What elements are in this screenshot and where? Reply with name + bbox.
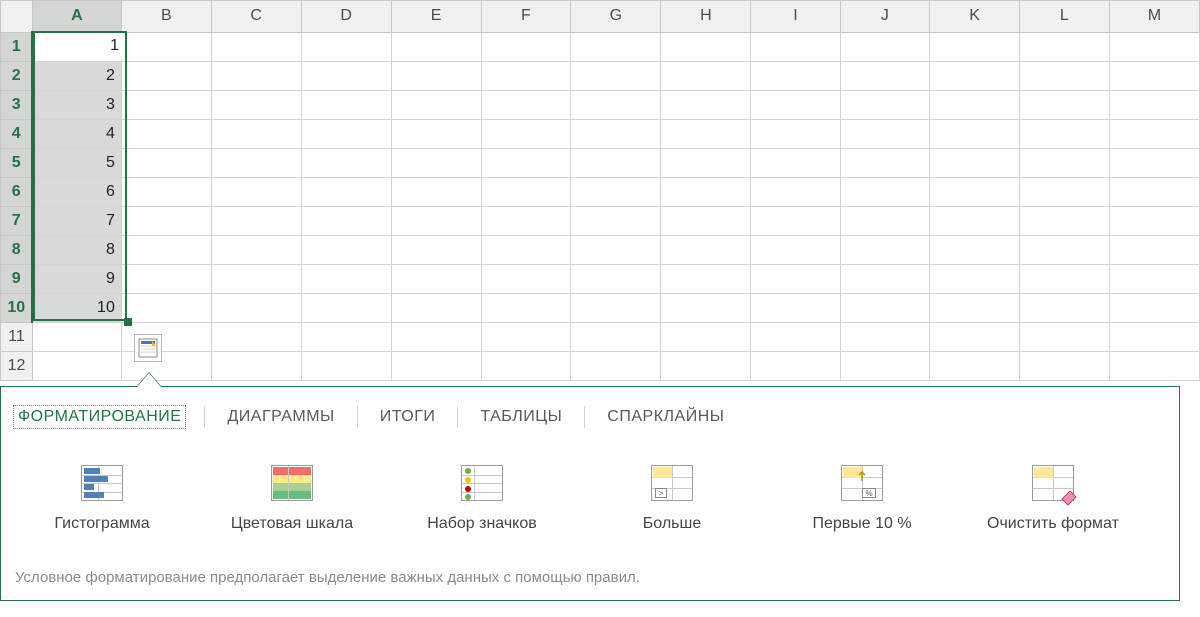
qa-tab-totals[interactable]: ИТОГИ — [376, 406, 440, 428]
grid-row: 7 7 — [1, 207, 1200, 236]
qa-items: Гистограмма Цветовая шкала — [13, 465, 1167, 533]
select-all-corner[interactable] — [1, 1, 33, 33]
cell-A3[interactable]: 3 — [32, 91, 121, 120]
cell-A4[interactable]: 4 — [32, 120, 121, 149]
column-header-D[interactable]: D — [301, 1, 391, 33]
column-header-L[interactable]: L — [1020, 1, 1110, 33]
quick-analysis-button[interactable] — [134, 334, 162, 362]
column-header-G[interactable]: G — [571, 1, 661, 33]
top10-icon: % — [841, 465, 883, 501]
cell-A2[interactable]: 2 — [32, 62, 121, 91]
iconset-icon — [461, 465, 503, 501]
row-header-8[interactable]: 8 — [1, 236, 33, 265]
column-header-B[interactable]: B — [121, 1, 211, 33]
grid-row: 11 — [1, 323, 1200, 352]
quick-analysis-panel: ФОРМАТИРОВАНИЕ ДИАГРАММЫ ИТОГИ ТАБЛИЦЫ С… — [0, 386, 1180, 601]
row-header-10[interactable]: 10 — [1, 294, 33, 323]
colorscale-icon — [271, 465, 313, 501]
qa-tab-formatting[interactable]: ФОРМАТИРОВАНИЕ — [13, 405, 186, 429]
row-header-5[interactable]: 5 — [1, 149, 33, 178]
spreadsheet: A B C D E F G H I J K L M 1 1 — [0, 0, 1200, 381]
grid-row: 12 — [1, 352, 1200, 381]
cell-A9[interactable]: 9 — [32, 265, 121, 294]
qa-tab-charts[interactable]: ДИАГРАММЫ — [223, 406, 338, 428]
grid-row: 4 4 — [1, 120, 1200, 149]
qa-item-iconset[interactable]: Набор значков — [417, 465, 547, 533]
cell[interactable] — [121, 32, 211, 62]
grid-row: 2 2 — [1, 62, 1200, 91]
grid-row: 1 1 — [1, 32, 1200, 62]
qa-item-label: Очистить формат — [987, 515, 1119, 533]
column-header-H[interactable]: H — [661, 1, 751, 33]
cell-A6[interactable]: 6 — [32, 178, 121, 207]
qa-item-greater[interactable]: > Больше — [607, 465, 737, 533]
row-header-4[interactable]: 4 — [1, 120, 33, 149]
qa-item-label: Первые 10 % — [812, 515, 911, 533]
row-header-3[interactable]: 3 — [1, 91, 33, 120]
row-header-7[interactable]: 7 — [1, 207, 33, 236]
grid-body: 1 1 2 2 3 3 4 4 5 5 — [1, 32, 1200, 381]
column-header-K[interactable]: K — [930, 1, 1020, 33]
grid-row: 6 6 — [1, 178, 1200, 207]
qa-item-label: Цветовая шкала — [231, 515, 353, 533]
qa-tab-sparklines[interactable]: СПАРКЛАЙНЫ — [603, 406, 728, 428]
row-header-2[interactable]: 2 — [1, 62, 33, 91]
quick-analysis-icon — [138, 338, 158, 358]
column-header-C[interactable]: C — [211, 1, 301, 33]
column-header-row: A B C D E F G H I J K L M — [1, 1, 1200, 33]
qa-item-label: Больше — [643, 515, 701, 533]
grid-row: 9 9 — [1, 265, 1200, 294]
qa-description: Условное форматирование предполагает выд… — [13, 569, 1167, 586]
clear-format-icon — [1032, 465, 1074, 501]
cell-A5[interactable]: 5 — [32, 149, 121, 178]
qa-item-colorscale[interactable]: Цветовая шкала — [227, 465, 357, 533]
qa-item-label: Набор значков — [427, 515, 537, 533]
column-header-J[interactable]: J — [840, 1, 930, 33]
greater-icon: > — [651, 465, 693, 501]
databar-icon — [81, 465, 123, 501]
qa-item-clear[interactable]: Очистить формат — [987, 465, 1119, 533]
row-header-1[interactable]: 1 — [1, 32, 33, 62]
grid-row: 5 5 — [1, 149, 1200, 178]
qa-tabs: ФОРМАТИРОВАНИЕ ДИАГРАММЫ ИТОГИ ТАБЛИЦЫ С… — [13, 405, 1167, 429]
qa-item-databar[interactable]: Гистограмма — [37, 465, 167, 533]
row-header-9[interactable]: 9 — [1, 265, 33, 294]
row-header-6[interactable]: 6 — [1, 178, 33, 207]
qa-tab-tables[interactable]: ТАБЛИЦЫ — [476, 406, 566, 428]
popup-pointer — [137, 373, 161, 387]
cell-A7[interactable]: 7 — [32, 207, 121, 236]
column-header-E[interactable]: E — [391, 1, 481, 33]
fill-handle[interactable] — [124, 318, 132, 326]
column-header-I[interactable]: I — [751, 1, 840, 33]
cell-A1[interactable]: 1 — [32, 32, 121, 62]
cell-A8[interactable]: 8 — [32, 236, 121, 265]
row-header-11[interactable]: 11 — [1, 323, 33, 352]
column-header-A[interactable]: A — [32, 1, 121, 33]
grid-row: 3 3 — [1, 91, 1200, 120]
column-header-F[interactable]: F — [481, 1, 571, 33]
qa-item-top10[interactable]: % Первые 10 % — [797, 465, 927, 533]
qa-item-label: Гистограмма — [54, 515, 149, 533]
grid-row: 10 10 — [1, 294, 1200, 323]
column-header-M[interactable]: M — [1109, 1, 1199, 33]
grid-row: 8 8 — [1, 236, 1200, 265]
row-header-12[interactable]: 12 — [1, 352, 33, 381]
grid[interactable]: A B C D E F G H I J K L M 1 1 — [0, 0, 1200, 381]
cell-A10[interactable]: 10 — [32, 294, 121, 323]
